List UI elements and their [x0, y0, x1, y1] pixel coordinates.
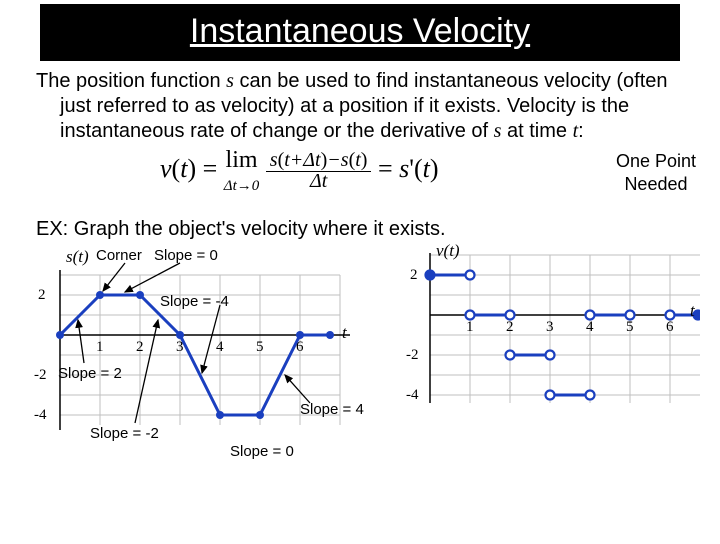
formula-v: v	[160, 154, 172, 183]
note-line: One Point	[616, 151, 696, 171]
limit: lim Δt→0	[224, 148, 259, 194]
xtick: 5	[256, 339, 264, 356]
rparen: )	[361, 149, 368, 171]
y-axis-label: s(t)	[66, 247, 89, 267]
xtick: 2	[136, 339, 144, 356]
fraction: s(t+Δt)−s(t) Δt	[266, 150, 372, 192]
ytick: -2	[34, 367, 47, 384]
one-point-note: One Point Needed	[616, 150, 696, 195]
denominator: Δt	[306, 170, 331, 192]
equals: =	[378, 154, 393, 183]
xtick: 6	[296, 339, 304, 356]
rparen: )	[187, 154, 196, 183]
xtick: 5	[626, 319, 634, 336]
graphs-area: s(t) t 2 -2 -4 1 2 3 4 5 6 Corner Slope …	[0, 245, 720, 465]
ytick: 2	[38, 287, 46, 304]
xtick: 3	[546, 319, 554, 336]
rhs-t: t	[423, 154, 430, 183]
lparen: (	[172, 154, 181, 183]
lparen: (	[414, 154, 423, 183]
ytick: -4	[34, 407, 47, 424]
xtick: 4	[216, 339, 224, 356]
velocity-formula: v(t) = lim Δt→0 s(t+Δt)−s(t) Δt = s'(t)	[160, 148, 439, 194]
intro-paragraph: The position function s can be used to f…	[24, 61, 720, 144]
annot-slope-n2: Slope = -2	[90, 425, 159, 442]
numerator: s(t+Δt)−s(t)	[266, 149, 372, 172]
num-minus: −s	[327, 149, 348, 171]
para-text: at time	[501, 120, 572, 142]
x-axis-label: t	[690, 301, 695, 321]
page-title: Instantaneous Velocity	[40, 12, 680, 51]
velocity-graph: v(t) t 2 -2 -4 1 2 3 4 5 6	[400, 245, 700, 405]
example-prompt: EX: Graph the object's velocity where it…	[0, 214, 720, 241]
xtick: 4	[586, 319, 594, 336]
xtick: 1	[96, 339, 104, 356]
annot-slope0: Slope = 0	[154, 247, 218, 264]
note-line: Needed	[624, 174, 687, 194]
rhs-s: s	[399, 154, 409, 183]
title-bar: Instantaneous Velocity	[40, 4, 680, 61]
para-text: The position function	[36, 70, 226, 92]
xtick: 1	[466, 319, 474, 336]
annot-corner: Corner	[96, 247, 142, 264]
lim-text: lim	[226, 147, 258, 173]
formula-row: v(t) = lim Δt→0 s(t+Δt)−s(t) Δt = s'(t) …	[0, 144, 720, 214]
num-s: s	[270, 149, 278, 171]
xtick: 3	[176, 339, 184, 356]
annot-slope4: Slope = 4	[300, 401, 364, 418]
annot-slope0b: Slope = 0	[230, 443, 294, 460]
lim-sub: Δt→0	[224, 178, 259, 194]
y-axis-label: v(t)	[436, 241, 460, 261]
equals: =	[203, 154, 218, 183]
var-s: s	[226, 70, 234, 92]
position-graph: s(t) t 2 -2 -4 1 2 3 4 5 6 Corner Slope …	[30, 245, 360, 445]
xtick: 2	[506, 319, 514, 336]
para-text: :	[578, 120, 584, 142]
ytick: -2	[406, 347, 419, 364]
ytick: 2	[410, 267, 418, 284]
x-axis-label: t	[342, 323, 347, 343]
rparen: )	[430, 154, 439, 183]
annot-slope2: Slope = 2	[58, 365, 122, 382]
xtick: 6	[666, 319, 674, 336]
ytick: -4	[406, 387, 419, 404]
annot-slope-n4: Slope = -4	[160, 293, 229, 310]
num-arg: t+Δt	[284, 149, 320, 171]
